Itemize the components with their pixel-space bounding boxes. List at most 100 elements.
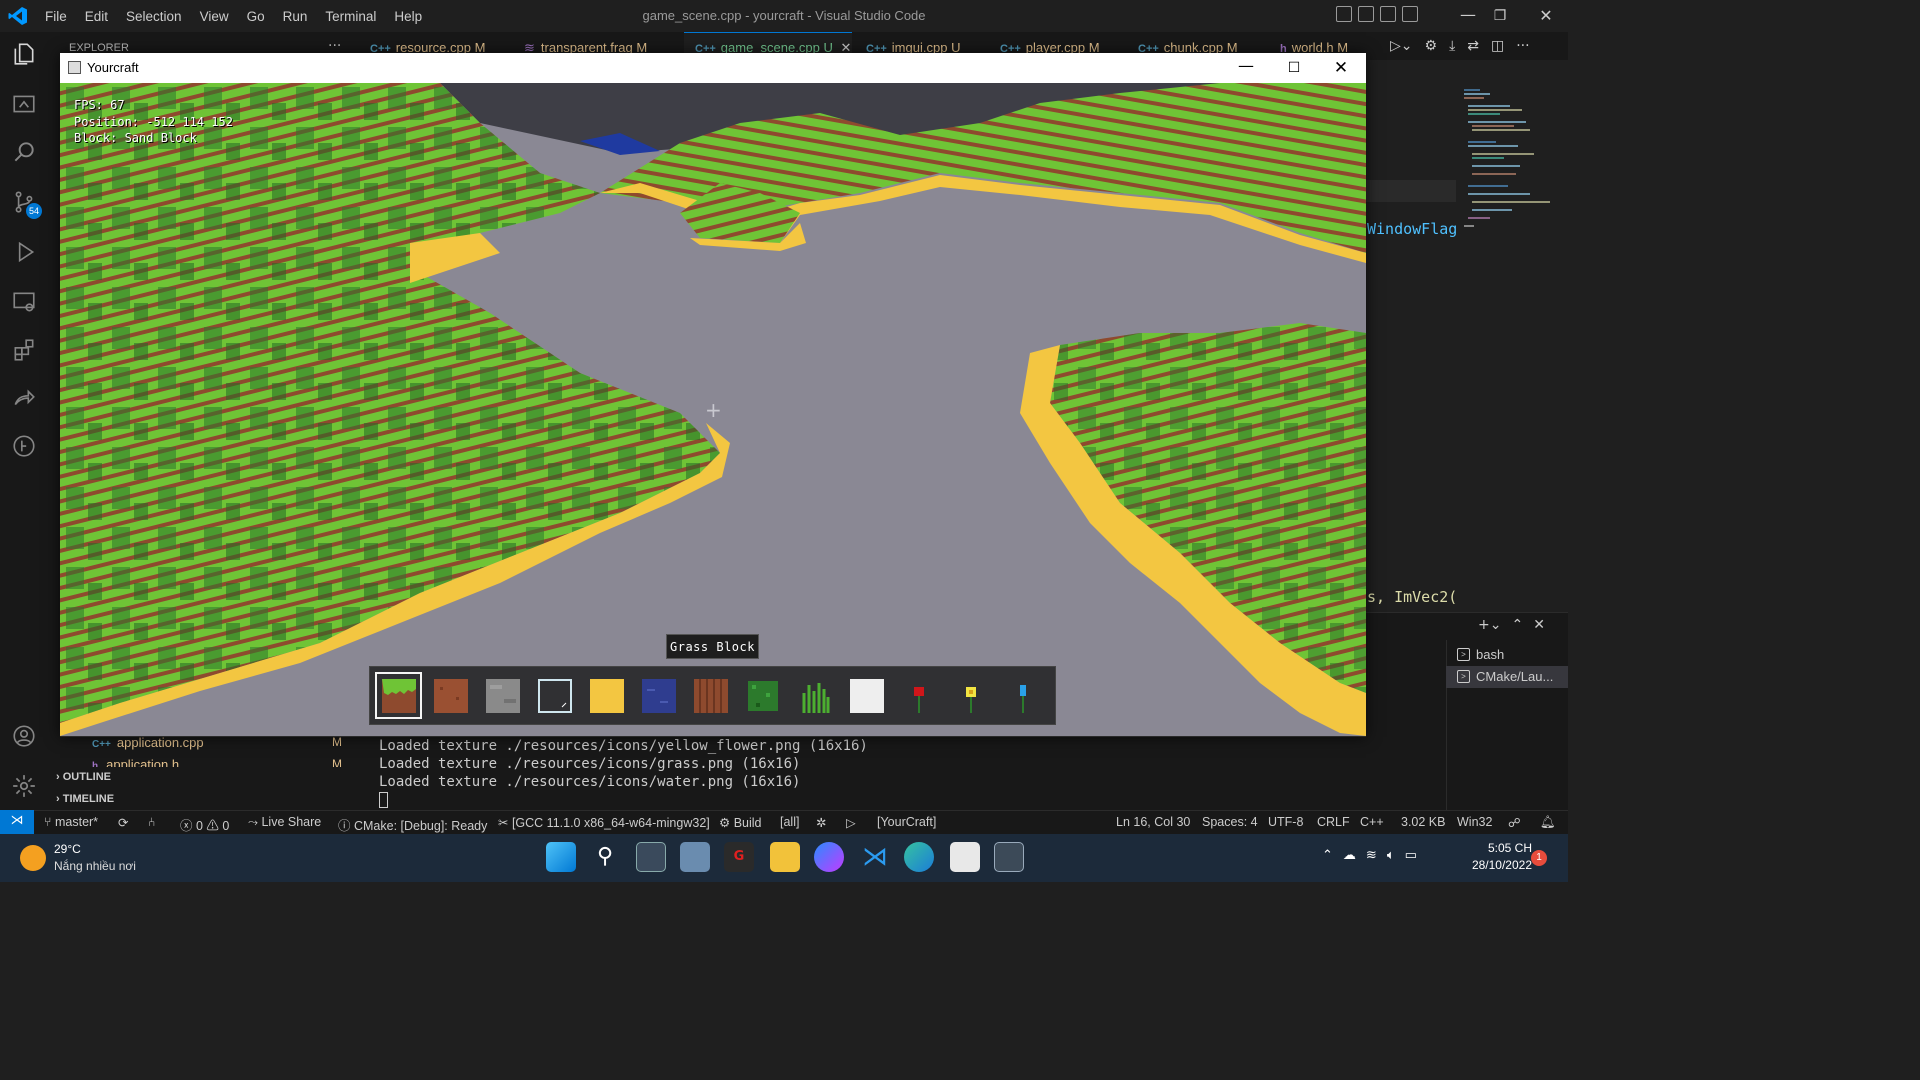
game-close-button[interactable]: ✕: [1326, 53, 1356, 83]
build-target[interactable]: [all]: [780, 815, 799, 829]
download-icon[interactable]: ⤓: [1449, 38, 1455, 54]
line-endings[interactable]: CRLF: [1317, 815, 1350, 829]
file-application-cpp[interactable]: C++ application.cpp: [92, 735, 204, 750]
hotbar-slot-wood-block[interactable]: [688, 673, 733, 718]
explorer-more-icon[interactable]: ···: [328, 38, 341, 54]
timeline-section[interactable]: › TIMELINE: [56, 793, 114, 805]
accounts-icon[interactable]: [10, 722, 38, 750]
build-button[interactable]: ⚙ Build: [719, 815, 761, 830]
volume-icon[interactable]: 🔈︎: [1387, 848, 1395, 863]
menu-view[interactable]: View: [191, 9, 238, 24]
search-icon[interactable]: ⚲: [590, 842, 620, 872]
game-maximize-button[interactable]: ☐: [1280, 53, 1308, 83]
remote-indicator-icon[interactable]: ⋊: [0, 810, 34, 834]
live-share-icon[interactable]: [10, 384, 38, 412]
hotbar-slot-grass-block[interactable]: [375, 672, 422, 719]
customize-layout-icon[interactable]: [1402, 6, 1418, 22]
clock-date[interactable]: 28/10/2022: [1456, 858, 1532, 872]
remote-window-icon[interactable]: [10, 288, 38, 316]
vscode-taskbar-icon[interactable]: ⋊: [860, 842, 890, 872]
yourcraft-taskbar-icon[interactable]: [994, 842, 1024, 872]
terminal-app-icon[interactable]: [950, 842, 980, 872]
outline-section[interactable]: › OUTLINE: [56, 771, 111, 783]
launch-play-icon[interactable]: ▷: [846, 815, 856, 830]
settings-icon[interactable]: ⚙: [1425, 38, 1438, 54]
menu-go[interactable]: Go: [238, 9, 274, 24]
menu-run[interactable]: Run: [274, 9, 317, 24]
menu-help[interactable]: Help: [385, 9, 431, 24]
compare-icon[interactable]: ⇄: [1467, 38, 1479, 54]
vscode-close-button[interactable]: ✕: [1526, 0, 1566, 32]
notifications-bell-icon[interactable]: 🔔︎: [1540, 815, 1556, 830]
clock-time[interactable]: 5:05 CH: [1472, 841, 1532, 855]
cmake-status[interactable]: ⓘ CMake: [Debug]: Ready: [338, 815, 487, 834]
notification-badge[interactable]: 1: [1531, 850, 1547, 866]
platform[interactable]: Win32: [1457, 815, 1492, 829]
hotbar-slot-stone-block[interactable]: [480, 673, 525, 718]
menu-edit[interactable]: Edit: [76, 9, 117, 24]
feedback-icon[interactable]: ☍: [1508, 815, 1521, 830]
hotbar-slot-dirt-block[interactable]: [428, 673, 473, 718]
garena-icon[interactable]: G: [724, 842, 754, 872]
battery-icon[interactable]: ▭: [1405, 848, 1417, 863]
live-share-status[interactable]: ⤳ Live Share: [248, 815, 321, 830]
terminal-item-cmake[interactable]: > CMake/Lau...: [1457, 669, 1553, 684]
minimap[interactable]: [1460, 86, 1556, 236]
vscode-restore-button[interactable]: ❐: [1480, 0, 1520, 32]
run-icon[interactable]: ▷⌄: [1390, 38, 1413, 54]
terminal-item-bash[interactable]: > bash: [1457, 647, 1504, 662]
hotbar-slot-blue-flower[interactable]: [1000, 673, 1045, 718]
hotbar-slot-yellow-flower[interactable]: [948, 673, 993, 718]
close-panel-icon[interactable]: ✕: [1533, 617, 1545, 633]
toggle-secondary-sidebar-icon[interactable]: [1380, 6, 1396, 22]
menu-selection[interactable]: Selection: [117, 9, 191, 24]
indentation[interactable]: Spaces: 4: [1202, 815, 1258, 829]
onedrive-icon[interactable]: ☁: [1343, 848, 1356, 863]
hotbar-slot-grass-plant[interactable]: [792, 673, 837, 718]
weather-description[interactable]: Nắng nhiều nơi: [54, 859, 136, 873]
file-explorer-icon[interactable]: [770, 842, 800, 872]
remote-explorer-icon[interactable]: [10, 90, 38, 118]
menu-terminal[interactable]: Terminal: [316, 9, 385, 24]
explorer-icon[interactable]: [10, 40, 38, 68]
encoding[interactable]: UTF-8: [1268, 815, 1303, 829]
launch-target[interactable]: [YourCraft]: [877, 815, 936, 829]
task-view-icon[interactable]: [636, 842, 666, 872]
hotbar-slot-snow-block[interactable]: [844, 673, 889, 718]
extensions-icon[interactable]: [10, 336, 38, 364]
hotbar-slot-glass-block[interactable]: [532, 673, 577, 718]
branch-status[interactable]: ⑂ master*: [44, 815, 98, 829]
search-icon[interactable]: [10, 138, 38, 166]
more-actions-icon[interactable]: ···: [1516, 38, 1529, 54]
weather-temperature[interactable]: 29°C: [54, 842, 81, 856]
game-window-titlebar[interactable]: [60, 53, 1366, 83]
problems-status[interactable]: ⓧ 0 ⚠ 0: [180, 815, 229, 834]
cursor-position[interactable]: Ln 16, Col 30: [1116, 815, 1190, 829]
hotbar-slot-water-block[interactable]: [636, 673, 681, 718]
toggle-sidebar-icon[interactable]: [1336, 6, 1352, 22]
manage-gear-icon[interactable]: [10, 772, 38, 800]
cmake-kit-status[interactable]: ✂ [GCC 11.1.0 x86_64-w64-mingw32]: [498, 815, 710, 830]
hotbar-slot-sand-block[interactable]: [584, 673, 629, 718]
photos-icon[interactable]: [680, 842, 710, 872]
new-terminal-icon[interactable]: +⌄: [1478, 617, 1501, 633]
start-windows-icon[interactable]: [546, 842, 576, 872]
menu-file[interactable]: File: [36, 9, 76, 24]
hotbar-slot-leaves-block[interactable]: [740, 673, 785, 718]
debug-bug-icon[interactable]: ✲: [816, 815, 826, 830]
gitlens-icon[interactable]: [10, 432, 38, 460]
language-mode[interactable]: C++: [1360, 815, 1384, 829]
toggle-panel-icon[interactable]: [1358, 6, 1374, 22]
game-minimize-button[interactable]: —: [1232, 53, 1260, 83]
tray-overflow-icon[interactable]: ⌃: [1322, 848, 1333, 863]
sync-icon[interactable]: ⟳: [118, 815, 128, 830]
wifi-icon[interactable]: ≋: [1366, 848, 1377, 863]
terminal-cursor[interactable]: [379, 792, 388, 808]
edge-icon[interactable]: [904, 842, 934, 872]
split-editor-icon[interactable]: ◫: [1491, 38, 1504, 54]
maximize-panel-icon[interactable]: ⌃: [1511, 617, 1523, 633]
file-application-h[interactable]: h application.h: [92, 757, 179, 767]
run-debug-icon[interactable]: [10, 238, 38, 266]
hotbar-slot-red-flower[interactable]: [896, 673, 941, 718]
weather-sun-icon[interactable]: [20, 845, 46, 871]
